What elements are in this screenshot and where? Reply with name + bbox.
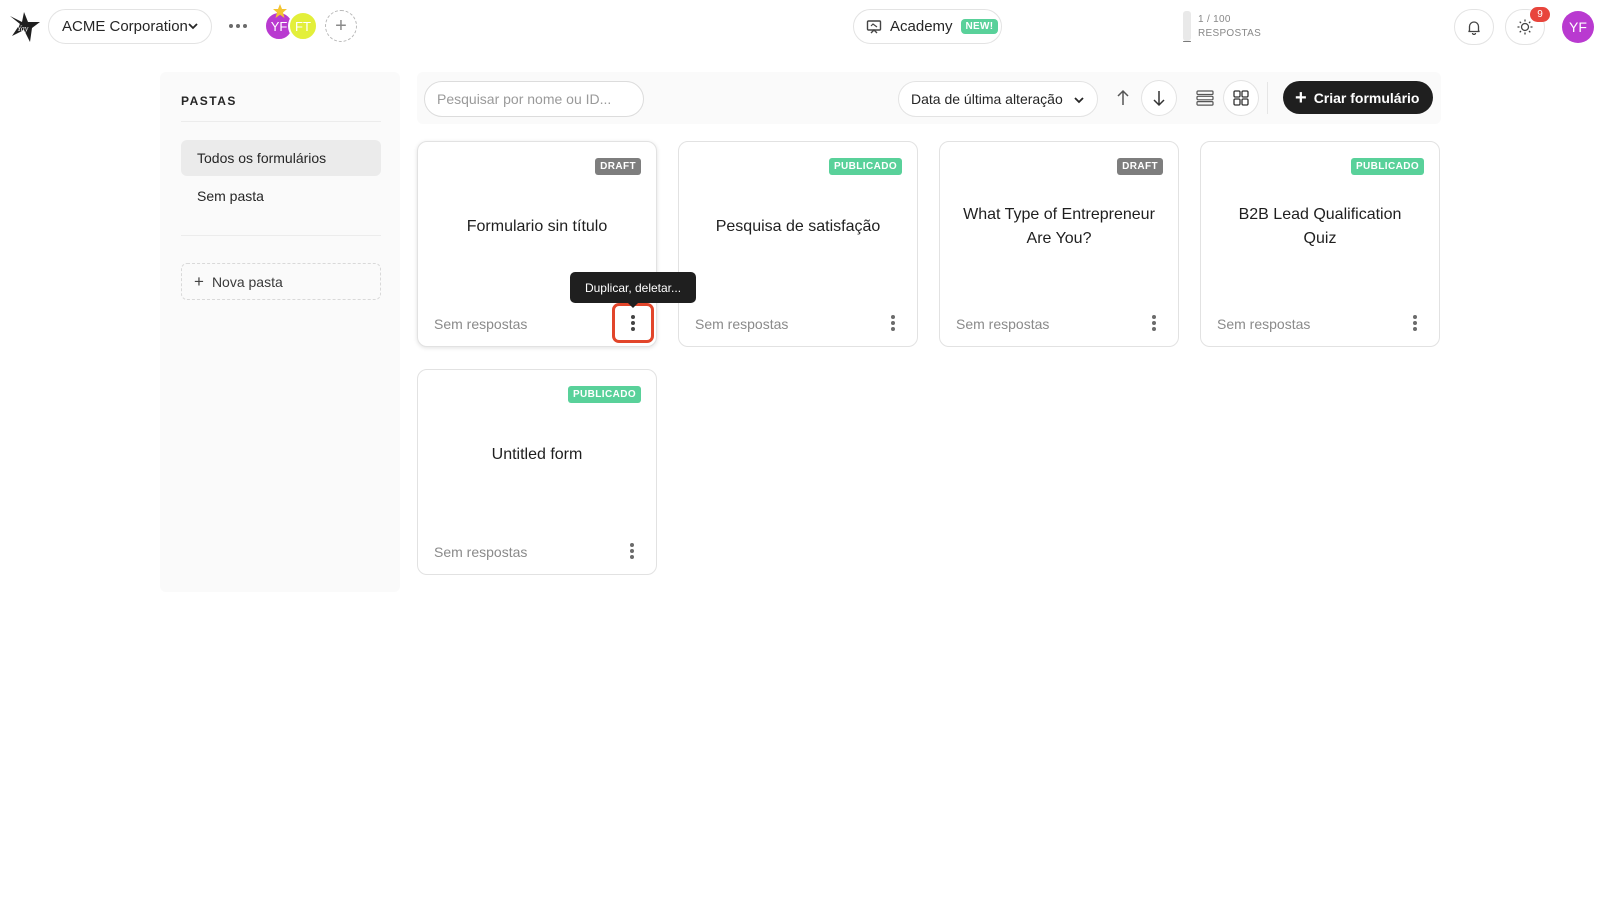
chevron-down-icon — [188, 23, 198, 30]
owner-star-icon — [273, 4, 287, 18]
add-member-button[interactable]: + — [325, 10, 357, 42]
search-input[interactable] — [424, 81, 644, 117]
list-icon — [1196, 90, 1214, 106]
responses-usage-bar — [1183, 11, 1191, 41]
card-menu-button[interactable] — [883, 312, 903, 334]
new-folder-button[interactable]: + Nova pasta — [181, 263, 381, 300]
responses-label: RESPOSTAS — [1198, 28, 1262, 39]
notification-count-badge: 9 — [1530, 7, 1550, 22]
sort-descending-button[interactable] — [1142, 81, 1176, 115]
new-folder-label: Nova pasta — [211, 273, 283, 290]
sun-icon — [1517, 19, 1533, 35]
form-card[interactable]: DRAFT What Type of Entrepreneur Are You?… — [939, 141, 1179, 347]
tooltip: Duplicar, deletar... — [570, 272, 696, 308]
sidebar-item-no-folder[interactable]: Sem pasta — [181, 178, 381, 214]
form-responses: Sem respostas — [434, 544, 528, 560]
divider — [181, 121, 381, 122]
form-title: Untitled form — [491, 446, 583, 463]
academy-label: Academy — [890, 18, 953, 35]
notifications-button[interactable] — [1454, 9, 1494, 45]
form-card[interactable]: PUBLICADO B2B Lead Qualification Quiz Se… — [1200, 141, 1440, 347]
form-responses: Sem respostas — [695, 316, 789, 332]
new-badge: NEW! — [960, 19, 999, 34]
plus-icon: + — [1295, 86, 1307, 109]
card-menu-button[interactable] — [622, 540, 642, 562]
grid-view-button[interactable] — [1224, 81, 1258, 115]
chevron-down-icon — [1074, 97, 1084, 104]
status-badge: PUBLICADO — [828, 158, 902, 175]
card-menu-button[interactable] — [1405, 312, 1425, 334]
form-card[interactable]: DRAFT Formulario sin título Sem resposta… — [417, 141, 657, 347]
responses-count: 1 / 100 — [1198, 14, 1231, 25]
sort-value: Data de última alteração — [911, 91, 1063, 107]
create-form-button[interactable]: + Criar formulário — [1283, 81, 1433, 114]
svg-text:Yay: Yay — [17, 24, 29, 33]
bell-icon — [1468, 21, 1480, 35]
create-form-label: Criar formulário — [1313, 89, 1420, 106]
workspace-name: ACME Corporation — [62, 18, 188, 35]
member-avatar[interactable]: FT — [288, 11, 318, 41]
form-responses: Sem respostas — [1217, 316, 1311, 332]
status-badge: PUBLICADO — [1350, 158, 1424, 175]
status-badge: PUBLICADO — [567, 386, 641, 403]
app-logo[interactable]: Yay — [8, 10, 42, 44]
sort-ascending-button[interactable] — [1106, 81, 1140, 115]
form-responses: Sem respostas — [956, 316, 1050, 332]
more-options-icon[interactable] — [229, 17, 247, 35]
form-title: Formulario sin título — [466, 218, 608, 235]
form-responses: Sem respostas — [434, 316, 528, 332]
sidebar-item-all-forms[interactable]: Todos os formulários — [181, 140, 381, 176]
card-menu-button[interactable] — [612, 303, 654, 343]
top-bar: Yay ACME Corporation YF FT + Academy NEW… — [0, 0, 1600, 54]
list-view-button[interactable] — [1188, 81, 1222, 115]
divider — [181, 235, 381, 236]
form-card[interactable]: PUBLICADO Pesquisa de satisfação Sem res… — [678, 141, 918, 347]
plus-icon: + — [194, 271, 204, 291]
status-badge: DRAFT — [595, 158, 641, 175]
arrow-up-icon — [1117, 89, 1129, 105]
divider — [1267, 82, 1268, 114]
card-menu-button[interactable] — [1144, 312, 1164, 334]
sidebar-title: PASTAS — [181, 94, 237, 108]
academy-button[interactable]: Academy NEW! — [853, 9, 1002, 44]
sort-select[interactable]: Data de última alteração — [898, 81, 1098, 117]
form-title: B2B Lead Qualification Quiz — [1238, 206, 1402, 247]
status-badge: DRAFT — [1117, 158, 1163, 175]
form-title: Pesquisa de satisfação — [715, 218, 881, 235]
workspace-selector[interactable]: ACME Corporation — [48, 9, 212, 44]
form-title: What Type of Entrepreneur Are You? — [963, 206, 1155, 247]
form-card[interactable]: PUBLICADO Untitled form Sem respostas — [417, 369, 657, 575]
user-avatar[interactable]: YF — [1562, 11, 1594, 43]
grid-icon — [1233, 90, 1249, 106]
responses-usage: 1 / 100 RESPOSTAS — [1198, 13, 1261, 41]
forms-toolbar: Data de última alteração + Criar formulá… — [417, 72, 1441, 124]
arrow-down-icon — [1153, 91, 1165, 107]
academy-icon — [866, 19, 882, 33]
folders-sidebar: PASTAS Todos os formulários Sem pasta + … — [160, 72, 400, 592]
